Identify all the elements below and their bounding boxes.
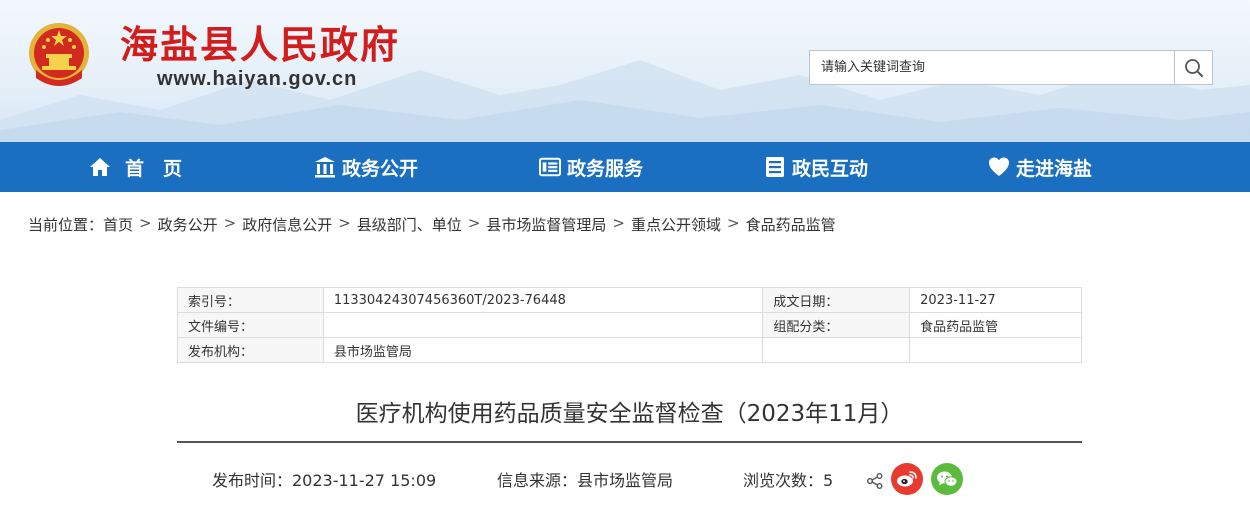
search-icon: [1184, 58, 1203, 77]
breadcrumb-separator: >: [612, 214, 625, 232]
table-row: 发布机构： 县市场监管局: [177, 337, 1082, 363]
publish-time: 发布时间：2023-11-27 15:09: [212, 471, 437, 490]
info-source: 信息来源：县市场监管局: [497, 471, 674, 490]
weibo-icon: [897, 471, 917, 487]
nav-label: 首 页: [125, 157, 183, 180]
view-count: 浏览次数：5: [743, 471, 834, 490]
wechat-share-button[interactable]: [931, 463, 963, 495]
wechat-icon: [937, 471, 958, 487]
interaction-list-icon: [764, 156, 786, 178]
breadcrumb-item-info-disclosure[interactable]: 政府信息公开: [242, 214, 332, 235]
nav-label: 政务公开: [342, 157, 419, 180]
main-nav: 首 页 政务公开 政务服务 政民互动 走进海盐: [0, 142, 1250, 192]
document-meta-table: 索引号： 11330424307456360T/2023-76448 成文日期：…: [177, 287, 1082, 363]
national-emblem-icon: [29, 23, 89, 86]
home-icon: [89, 156, 111, 178]
weibo-share-button[interactable]: [891, 463, 923, 495]
empty-cell: [762, 337, 911, 363]
breadcrumb-separator: >: [467, 214, 481, 232]
nav-item-public-interaction[interactable]: 政民互动: [764, 142, 868, 192]
site-header: 海盐县人民政府 www.haiyan.gov.cn: [0, 0, 1250, 142]
breadcrumb-item-government-affairs[interactable]: 政务公开: [158, 214, 218, 235]
docno-label: 文件编号：: [177, 312, 324, 338]
breadcrumb-prefix: 当前位置：: [28, 216, 104, 234]
title-divider: [177, 441, 1082, 443]
date-label: 成文日期：: [762, 287, 911, 313]
publisher-value: 县市场监管局: [322, 337, 764, 363]
docno-value: [322, 312, 764, 338]
nav-item-government-affairs[interactable]: 政务公开: [314, 142, 418, 192]
category-value: 食品药品监管: [909, 312, 1082, 338]
breadcrumb: 当前位置： 首页 > 政务公开 > 政府信息公开 > 县级部门、单位 > 县市场…: [28, 214, 836, 235]
breadcrumb-separator: >: [727, 214, 740, 232]
heart-icon: [988, 156, 1010, 178]
table-row: 文件编号： 组配分类： 食品药品监管: [177, 312, 1082, 338]
table-row: 索引号： 11330424307456360T/2023-76448 成文日期：…: [177, 287, 1082, 313]
service-list-icon: [539, 156, 561, 178]
publisher-label: 发布机构：: [177, 337, 324, 363]
search-input[interactable]: [810, 51, 1174, 84]
nav-label: 走进海盐: [1016, 157, 1093, 180]
index-label: 索引号：: [177, 287, 324, 313]
breadcrumb-separator: >: [338, 214, 351, 232]
site-url[interactable]: www.haiyan.gov.cn: [157, 68, 357, 91]
breadcrumb-separator: >: [223, 214, 237, 232]
site-title[interactable]: 海盐县人民政府: [120, 14, 400, 69]
breadcrumb-item-county-departments[interactable]: 县级部门、单位: [357, 214, 462, 235]
search-box: [809, 50, 1213, 85]
nav-label: 政务服务: [567, 157, 644, 180]
article-title: 医疗机构使用药品质量安全监督检查（2023年11月）: [355, 401, 904, 427]
government-building-icon: [314, 156, 336, 178]
breadcrumb-item-home[interactable]: 首页: [103, 214, 133, 235]
index-value: 11330424307456360T/2023-76448: [322, 287, 764, 313]
share-icon[interactable]: [866, 472, 884, 490]
nav-item-about-haiyan[interactable]: 走进海盐: [988, 142, 1092, 192]
search-button[interactable]: [1174, 51, 1212, 84]
breadcrumb-item-market-supervision[interactable]: 县市场监督管理局: [486, 214, 606, 235]
empty-cell: [909, 337, 1082, 363]
date-value: 2023-11-27: [909, 287, 1082, 313]
breadcrumb-item-food-drug[interactable]: 食品药品监管: [746, 214, 836, 235]
nav-item-home[interactable]: 首 页: [89, 142, 182, 192]
nav-item-government-services[interactable]: 政务服务: [539, 142, 643, 192]
breadcrumb-separator: >: [139, 214, 152, 232]
breadcrumb-item-key-areas[interactable]: 重点公开领域: [631, 214, 721, 235]
category-label: 组配分类：: [762, 312, 911, 338]
nav-label: 政民互动: [792, 157, 869, 180]
